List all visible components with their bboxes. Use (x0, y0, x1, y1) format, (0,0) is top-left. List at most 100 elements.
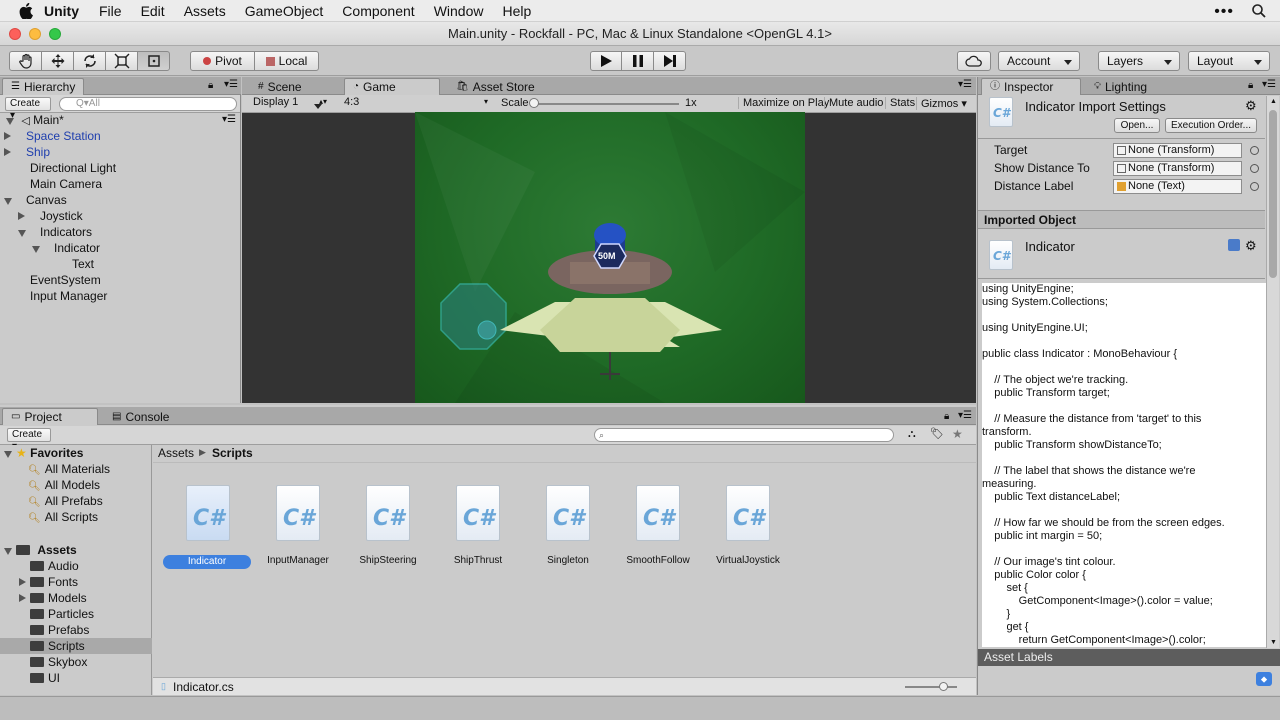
tab-scene[interactable]: # Scene (250, 78, 310, 95)
object-picker-icon[interactable] (1250, 146, 1259, 155)
menu-assets[interactable]: Assets (184, 3, 226, 19)
account-dropdown[interactable]: Account (998, 51, 1080, 71)
script-file-item[interactable]: C# SmoothFollow (613, 465, 703, 566)
expand-arrow-icon[interactable] (4, 548, 12, 556)
tag-icon[interactable]: ⬥ (1256, 672, 1272, 686)
tab-project[interactable]: ▭ Project (2, 408, 98, 425)
apple-icon[interactable] (18, 2, 34, 19)
step-button[interactable] (653, 51, 686, 71)
stats-toggle[interactable]: Stats (885, 97, 915, 109)
icon-size-slider[interactable] (905, 682, 957, 691)
gear-icon[interactable]: ⚙ (1245, 238, 1257, 254)
expand-arrow-icon[interactable] (18, 230, 26, 237)
zoom-window-button[interactable] (49, 28, 61, 40)
expand-arrow-icon[interactable] (19, 578, 26, 586)
scene-menu-icon[interactable]: ▾☰ (222, 112, 236, 128)
gizmos-dropdown[interactable]: Gizmos ▾ (916, 97, 967, 110)
layout-dropdown[interactable]: Layout (1188, 51, 1270, 71)
object-reference-field[interactable]: None (Transform) (1113, 143, 1242, 158)
tab-inspector[interactable]: ⓘ Inspector (981, 78, 1081, 95)
icon-size-slider-thumb[interactable] (939, 682, 948, 691)
lock-icon[interactable]: 🔒︎ (1248, 80, 1253, 91)
script-file-item[interactable]: C# InputManager (253, 465, 343, 566)
expand-arrow-icon[interactable] (4, 148, 11, 156)
hierarchy-create-button[interactable]: Create ▾ (5, 97, 51, 121)
asset-folder-item[interactable]: Models (0, 590, 152, 606)
local-toggle-button[interactable]: Local (254, 51, 319, 71)
menu-component[interactable]: Component (342, 3, 414, 19)
open-button[interactable]: Open... (1114, 118, 1160, 133)
menu-help[interactable]: Help (502, 3, 531, 19)
lock-icon[interactable]: 🔒︎ (208, 80, 213, 91)
object-picker-icon[interactable] (1250, 182, 1259, 191)
tab-asset-store[interactable]: 🛍︎ Asset Store (448, 78, 543, 95)
hierarchy-item[interactable]: Directional Light (0, 160, 240, 176)
rect-tool-button[interactable] (137, 51, 170, 71)
favorites-header[interactable]: ★ Favorites (4, 445, 83, 461)
hierarchy-item[interactable]: Ship (0, 144, 240, 160)
project-create-button[interactable]: Create ▾ (7, 428, 51, 452)
asset-folder-item[interactable]: Scripts (0, 638, 152, 654)
scale-tool-button[interactable] (105, 51, 138, 71)
object-reference-field[interactable]: None (Text) (1113, 179, 1242, 194)
spotlight-search-icon[interactable] (1252, 3, 1266, 21)
play-button[interactable] (590, 51, 622, 71)
project-search-input[interactable]: ⌕ (594, 428, 894, 442)
hierarchy-item[interactable]: Main Camera (0, 176, 240, 192)
menu-window[interactable]: Window (434, 3, 484, 19)
hierarchy-item[interactable]: EventSystem (0, 272, 240, 288)
pivot-toggle-button[interactable]: Pivot (190, 51, 255, 71)
menu-app-unity[interactable]: Unity (44, 3, 79, 19)
hierarchy-item[interactable]: Indicators (0, 224, 240, 240)
asset-folder-item[interactable]: Skybox (0, 654, 152, 670)
asset-folder-item[interactable]: Audio (0, 558, 152, 574)
mute-audio-toggle[interactable]: Mute audio (824, 97, 883, 109)
scroll-down-icon[interactable]: ▼ (1270, 639, 1277, 646)
close-window-button[interactable] (9, 28, 21, 40)
expand-arrow-icon[interactable] (32, 246, 40, 253)
expand-arrow-icon[interactable] (4, 198, 12, 205)
hierarchy-item[interactable]: Text (0, 256, 240, 272)
menu-file[interactable]: File (99, 3, 122, 19)
minimize-window-button[interactable] (29, 28, 41, 40)
script-file-item[interactable]: C# VirtualJoystick (703, 465, 793, 566)
maximize-on-play-toggle[interactable]: Maximize on Play (738, 97, 829, 109)
panel-menu-icon[interactable]: ▾☰ (958, 410, 972, 421)
hierarchy-item[interactable]: Input Manager (0, 288, 240, 304)
rotate-tool-button[interactable] (73, 51, 106, 71)
asset-folder-item[interactable]: Prefabs (0, 622, 152, 638)
menu-gameobject[interactable]: GameObject (245, 3, 324, 19)
panel-menu-icon[interactable]: ▾☰ (224, 79, 238, 90)
script-file-item[interactable]: C# ShipSteering (343, 465, 433, 566)
scale-slider-thumb[interactable] (529, 98, 539, 108)
expand-arrow-icon[interactable] (6, 118, 14, 126)
hierarchy-item[interactable]: Joystick (0, 208, 240, 224)
hand-tool-button[interactable] (9, 51, 42, 71)
tab-console[interactable]: ▤ Console (104, 408, 177, 425)
object-picker-icon[interactable] (1250, 164, 1259, 173)
menu-edit[interactable]: Edit (141, 3, 165, 19)
object-reference-field[interactable]: None (Transform) (1113, 161, 1242, 176)
hierarchy-item[interactable]: Indicator (0, 240, 240, 256)
lock-icon[interactable]: 🔒︎ (944, 411, 949, 422)
tab-hierarchy[interactable]: ☰ Hierarchy (2, 78, 85, 95)
more-icon[interactable]: ••• (1214, 3, 1234, 21)
asset-folder-item[interactable]: Particles (0, 606, 152, 622)
game-render[interactable]: 50M (415, 112, 805, 403)
script-file-item[interactable]: C# Singleton (523, 465, 613, 566)
execution-order-button[interactable]: Execution Order... (1165, 118, 1257, 133)
filter-type-icon[interactable]: ⛬ (908, 428, 916, 441)
aspect-dropdown[interactable]: 4:3 ▾ (340, 96, 490, 110)
gear-icon[interactable]: ⚙ (1245, 98, 1257, 114)
favorite-star-icon[interactable]: ★ (952, 427, 963, 441)
inspector-scrollbar[interactable]: ▲ ▼ (1266, 96, 1279, 648)
expand-arrow-icon[interactable] (19, 594, 26, 602)
panel-menu-icon[interactable]: ▾☰ (958, 79, 972, 90)
script-file-item[interactable]: C# Indicator (163, 465, 253, 569)
expand-arrow-icon[interactable] (4, 132, 11, 140)
expand-arrow-icon[interactable] (18, 212, 25, 220)
scene-root-row[interactable]: ◁ Main* ▾☰ (6, 112, 238, 129)
scale-slider[interactable] (529, 98, 679, 108)
move-tool-button[interactable] (41, 51, 74, 71)
hierarchy-item[interactable]: Space Station (0, 128, 240, 144)
